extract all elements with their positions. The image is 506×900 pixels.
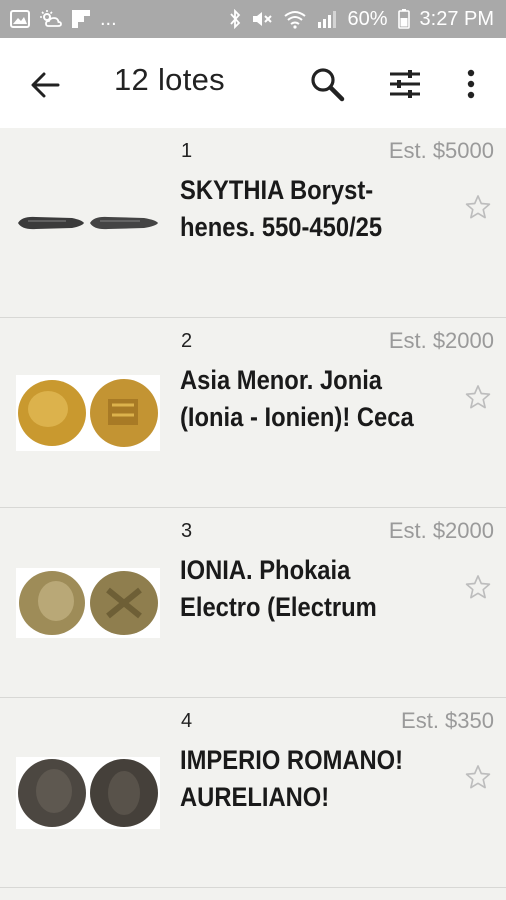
lot-list: 1 Est. $5000 SKYTHIA Boryst- henes. 550-…: [0, 128, 506, 888]
lot-number: 2: [181, 330, 193, 352]
signal-icon: [317, 10, 337, 28]
lot-row[interactable]: 4 Est. $350 IMPERIO ROMANO! AURELIANO!: [0, 698, 506, 888]
lot-row[interactable]: 1 Est. $5000 SKYTHIA Boryst- henes. 550-…: [0, 128, 506, 318]
star-icon[interactable]: [464, 383, 492, 411]
coin-thumbnail: [16, 183, 160, 263]
lot-estimate: Est. $5000: [388, 138, 494, 163]
lot-title: IONIA. Phokaia Electro (Electrum: [180, 555, 377, 622]
mute-icon: [251, 9, 273, 29]
lot-title: IMPERIO ROMANO! AURELIANO!: [180, 745, 404, 812]
page-title: 12 lotes: [114, 62, 225, 97]
lot-estimate: Est. $2000: [388, 518, 494, 543]
filter-icon[interactable]: [385, 64, 425, 104]
lot-number: 3: [181, 520, 193, 542]
lot-title: SKYTHIA Boryst- henes. 550-450/25: [180, 175, 383, 242]
status-bar-left: ...: [10, 8, 117, 31]
battery-percent: 60%: [347, 7, 388, 30]
coin-thumbnail: [16, 563, 160, 643]
status-bar-right: 60% 3:27 PM: [229, 8, 494, 31]
star-icon[interactable]: [464, 763, 492, 791]
search-icon[interactable]: [307, 64, 347, 104]
lot-number: 1: [181, 140, 193, 162]
lot-row[interactable]: 3 Est. $2000 IONIA. Phokaia Electro (Ele…: [0, 508, 506, 698]
lot-row[interactable]: 2 Est. $2000 Asia Menor. Jonia (Ionia - …: [0, 318, 506, 508]
battery-icon: [397, 9, 410, 29]
weather-icon: [40, 10, 62, 28]
star-icon[interactable]: [464, 573, 492, 601]
lot-estimate: Est. $2000: [388, 328, 494, 353]
lot-title: Asia Menor. Jonia (Ionia - Ionien)! Ceca: [180, 365, 414, 432]
app-bar: 12 lotes: [0, 38, 506, 128]
clock: 3:27 PM: [419, 7, 494, 30]
wifi-icon: [283, 9, 307, 29]
status-bar: ... 60% 3:27 PM: [0, 0, 506, 38]
more-notifications-text: ...: [100, 7, 117, 30]
more-vert-icon[interactable]: [451, 64, 491, 104]
lot-estimate: Est. $350: [401, 708, 494, 733]
bluetooth-icon: [229, 9, 241, 29]
star-icon[interactable]: [464, 193, 492, 221]
lot-number: 4: [181, 710, 193, 732]
image-icon: [10, 10, 30, 28]
coin-thumbnail: [16, 373, 160, 453]
back-arrow-icon[interactable]: [28, 68, 62, 102]
flipboard-icon: [72, 10, 90, 28]
coin-thumbnail: [16, 753, 160, 833]
